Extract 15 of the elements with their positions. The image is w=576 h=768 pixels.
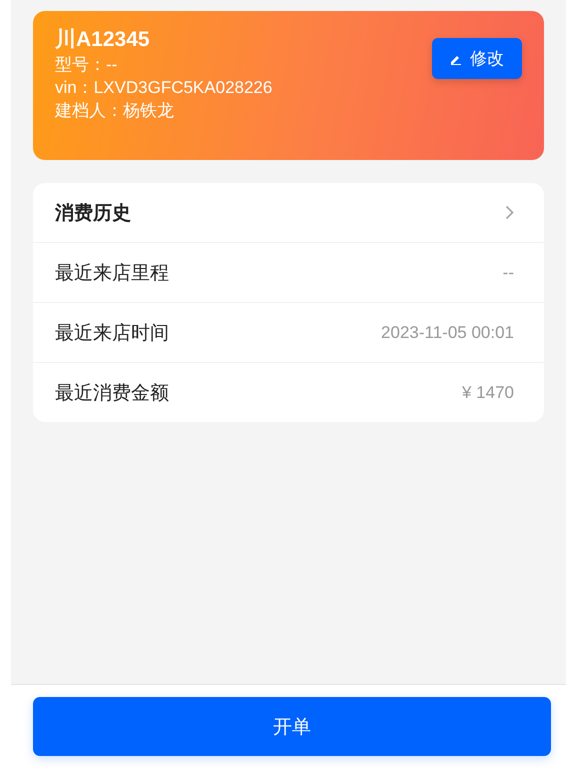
vehicle-detail: vin：LXVD3GFC5KA028226 bbox=[55, 77, 272, 99]
edit-button[interactable]: 修改 bbox=[432, 38, 522, 79]
vehicle-detail: 型号：-- bbox=[55, 54, 118, 76]
create-order-button[interactable]: 开单 bbox=[33, 697, 551, 756]
row-label: 消费历史 bbox=[55, 202, 131, 226]
row-value: 2023-11-05 00:01 bbox=[381, 322, 514, 342]
chevron-right-icon bbox=[505, 205, 514, 220]
row-label: 最近消费金额 bbox=[55, 382, 169, 406]
row-value: ¥ 1470 bbox=[462, 382, 514, 402]
plate-number: 川A12345 bbox=[55, 27, 151, 53]
vehicle-detail: 建档人：杨铁龙 bbox=[55, 100, 175, 122]
row-value: -- bbox=[502, 262, 514, 282]
row-label: 最近来店里程 bbox=[55, 262, 169, 286]
row-label: 最近来店时间 bbox=[55, 322, 169, 346]
history-row[interactable]: 消费历史 bbox=[33, 183, 544, 242]
